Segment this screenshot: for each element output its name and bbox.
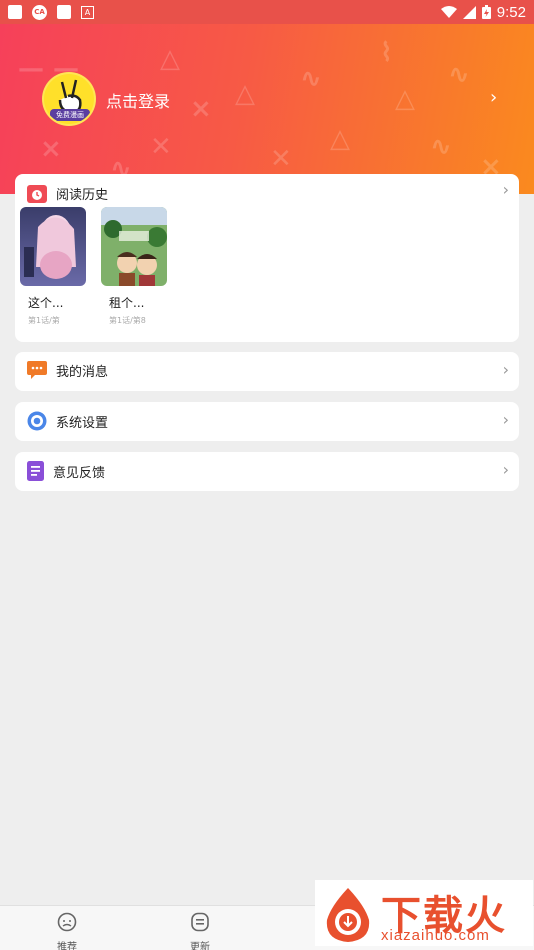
reading-history-title: 阅读历史 [56, 188, 109, 203]
menu-label: 系统设置 [56, 415, 109, 431]
tab-recommend[interactable]: 推荐 [42, 912, 92, 950]
watermark: 下载火 xiazaihuo.com [315, 880, 533, 946]
menu-settings[interactable]: 系统设置 › [15, 402, 519, 441]
profile-header: — — △ △ ∿ ⌇ △ ∿ × ✕ × ✕ △ ∿ × ∿ 免费漫画 点击登… [0, 24, 534, 194]
menu-feedback[interactable]: 意见反馈 › [15, 452, 519, 491]
avatar-badge: 免费漫画 [50, 109, 90, 121]
notification-square-icon [8, 5, 22, 19]
book-progress: 第1话/第 [28, 316, 60, 325]
wifi-icon [440, 5, 457, 18]
notification-a-icon: A [81, 5, 94, 19]
status-bar: CA A 9:52 [0, 0, 534, 24]
watermark-url: xiazaihuo.com [381, 927, 490, 944]
history-clock-icon [27, 184, 47, 203]
chevron-right-icon[interactable]: › [490, 87, 497, 108]
chevron-right-icon: › [502, 460, 509, 479]
chevron-right-icon: › [502, 410, 509, 429]
signal-icon [462, 5, 476, 19]
chevron-right-icon: › [502, 360, 509, 379]
clock: 9:52 [496, 3, 526, 21]
battery-icon [481, 5, 491, 19]
chevron-right-icon[interactable]: › [503, 180, 509, 199]
notification-square-icon [57, 5, 71, 19]
avatar[interactable]: 免费漫画 [42, 72, 96, 126]
book-title: 这个... [28, 296, 64, 310]
settings-ring-icon [27, 411, 47, 431]
update-list-icon [191, 912, 209, 932]
menu-messages[interactable]: 我的消息 › [15, 352, 519, 391]
message-bubble-icon [27, 361, 47, 379]
book-cover[interactable] [20, 207, 86, 286]
menu-label: 意见反馈 [53, 465, 106, 481]
book-title: 租个... [109, 296, 145, 310]
login-link[interactable]: 点击登录 [106, 88, 170, 112]
book-progress: 第1话/第8 [109, 316, 146, 325]
recommend-face-icon [57, 912, 77, 932]
notification-ca-icon: CA [32, 4, 47, 20]
book-cover[interactable] [101, 207, 167, 286]
history-book-item[interactable]: 这个... 第1话/第 [20, 207, 86, 326]
history-book-item[interactable]: 租个... 第1话/第8 [101, 207, 167, 326]
tab-label: 更新 [190, 942, 210, 950]
reading-history-card: 阅读历史 › 这个... 第1话/第 租个... 第1话/第8 [15, 174, 519, 342]
feedback-document-icon [27, 461, 44, 481]
tab-label: 推荐 [57, 942, 77, 950]
tab-update[interactable]: 更新 [175, 912, 225, 950]
flame-logo-icon [326, 888, 370, 942]
menu-label: 我的消息 [56, 365, 109, 380]
